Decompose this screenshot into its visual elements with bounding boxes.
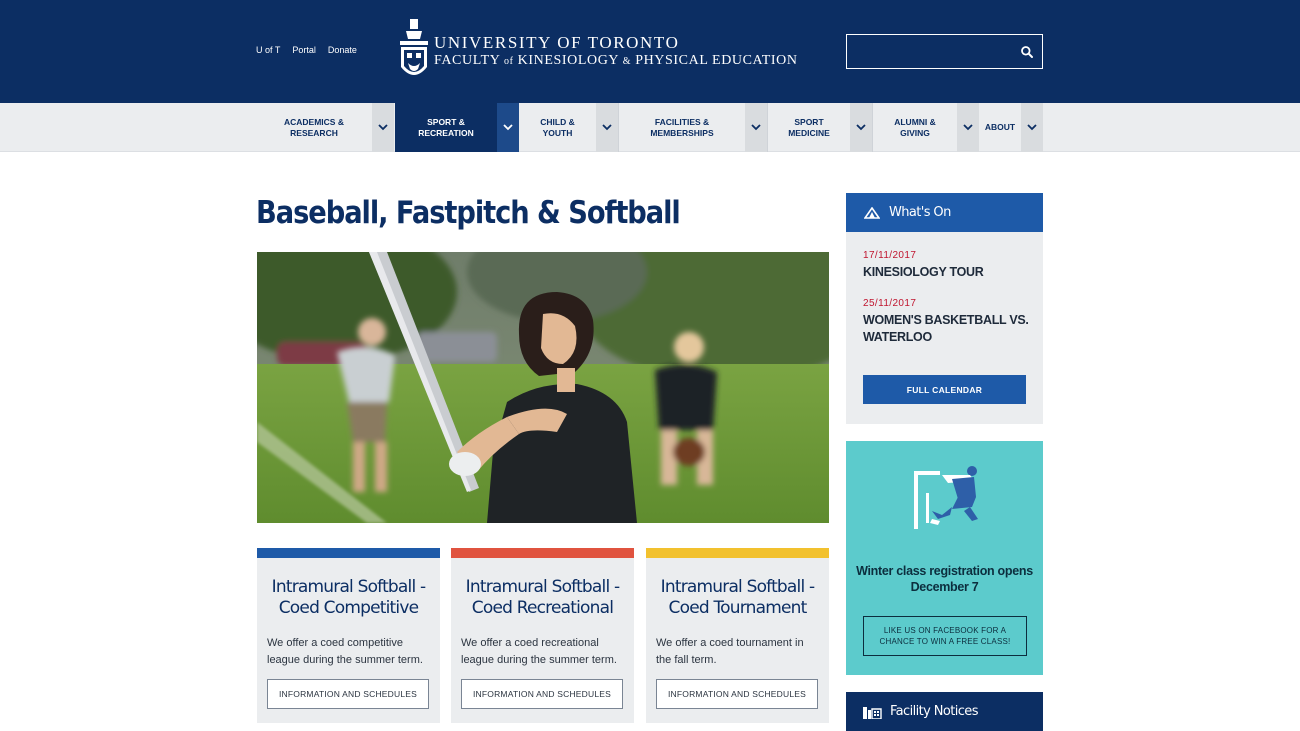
card-accent-bar	[646, 548, 829, 558]
nav-label[interactable]: SPORT MEDICINE	[768, 103, 850, 152]
information-schedules-button[interactable]: INFORMATION AND SCHEDULES	[656, 679, 818, 709]
event-title[interactable]: WOMEN'S BASKETBALL VS. WATERLOO	[863, 312, 1033, 346]
search-input[interactable]	[847, 35, 1007, 68]
whats-on-panel: What's On 17/11/2017 KINESIOLOGY TOUR 25…	[846, 193, 1043, 424]
nav-label[interactable]: ACADEMICS & RESEARCH	[256, 103, 372, 152]
link-donate[interactable]: Donate	[328, 45, 357, 55]
link-uoft[interactable]: U of T	[256, 45, 280, 55]
search-box	[846, 34, 1043, 69]
information-schedules-button[interactable]: INFORMATION AND SCHEDULES	[267, 679, 429, 709]
nav-label[interactable]: ABOUT	[979, 103, 1021, 152]
chevron-down-icon[interactable]	[957, 103, 979, 152]
whats-on-title: What's On	[889, 205, 951, 220]
chevron-down-icon[interactable]	[745, 103, 767, 152]
facebook-promo-button[interactable]: LIKE US ON FACEBOOK FOR A CHANCE TO WIN …	[863, 616, 1027, 656]
event-item[interactable]: 17/11/2017 KINESIOLOGY TOUR	[863, 250, 1033, 281]
facility-notices-panel[interactable]: Facility Notices	[846, 692, 1043, 731]
card-accent-bar	[451, 548, 634, 558]
nav-label[interactable]: ALUMNI & GIVING	[873, 103, 957, 152]
event-item[interactable]: 25/11/2017 WOMEN'S BASKETBALL VS. WATERL…	[863, 298, 1033, 346]
chevron-down-icon[interactable]	[497, 103, 519, 152]
nav-item-alumni-giving[interactable]: ALUMNI & GIVING	[873, 103, 979, 152]
card-description: We offer a coed recreational league duri…	[461, 637, 617, 666]
softball-batter-photo-icon	[257, 252, 829, 523]
main-nav: ACADEMICS & RESEARCH SPORT & RECREATION …	[0, 103, 1300, 152]
hurdler-illustration-icon	[914, 466, 978, 529]
nav-label[interactable]: CHILD & YOUTH	[519, 103, 596, 152]
promo-heading: Winter class registration opens December…	[856, 564, 1033, 594]
event-date: 17/11/2017	[863, 250, 917, 261]
chevron-down-icon[interactable]	[596, 103, 618, 152]
card-accent-bar	[257, 548, 440, 558]
program-card-tournament: Intramural Softball - Coed Tournament We…	[646, 548, 829, 723]
site-header: U of T Portal Donate UNIVERSITY OF TORON…	[0, 0, 1300, 103]
nav-item-facilities[interactable]: FACILITIES & MEMBERSHIPS	[619, 103, 767, 152]
promo-panel: Winter class registration opens December…	[846, 441, 1043, 675]
chevron-down-icon[interactable]	[1021, 103, 1043, 152]
link-portal[interactable]: Portal	[292, 45, 316, 55]
search-icon[interactable]	[1020, 45, 1034, 59]
university-crest-icon	[400, 19, 428, 75]
nav-item-sport-medicine[interactable]: SPORT MEDICINE	[768, 103, 872, 152]
utility-nav: U of T Portal Donate	[256, 45, 357, 55]
full-calendar-button[interactable]: FULL CALENDAR	[863, 375, 1026, 404]
nav-item-about[interactable]: ABOUT	[979, 103, 1043, 152]
tent-icon	[864, 206, 880, 219]
card-title[interactable]: Intramural Softball - Coed Tournament	[646, 577, 829, 619]
card-title[interactable]: Intramural Softball - Coed Competitive	[257, 577, 440, 619]
program-card-competitive: Intramural Softball - Coed Competitive W…	[257, 548, 440, 723]
hero-image	[257, 252, 829, 523]
card-title[interactable]: Intramural Softball - Coed Recreational	[451, 577, 634, 619]
card-description: We offer a coed tournament in the fall t…	[656, 637, 804, 666]
card-description: We offer a coed competitive league durin…	[267, 637, 423, 666]
nav-label[interactable]: SPORT & RECREATION	[395, 103, 497, 152]
whats-on-header: What's On	[846, 193, 1043, 232]
nav-item-child-youth[interactable]: CHILD & YOUTH	[519, 103, 618, 152]
nav-label[interactable]: FACILITIES & MEMBERSHIPS	[619, 103, 745, 152]
nav-item-academics[interactable]: ACADEMICS & RESEARCH	[256, 103, 394, 152]
logo-faculty-name: FACULTY of KINESIOLOGY & PHYSICAL EDUCAT…	[434, 53, 798, 68]
event-date: 25/11/2017	[863, 298, 917, 309]
information-schedules-button[interactable]: INFORMATION AND SCHEDULES	[461, 679, 623, 709]
event-title[interactable]: KINESIOLOGY TOUR	[863, 264, 1033, 281]
facility-notices-title: Facility Notices	[890, 704, 978, 719]
building-icon	[863, 706, 882, 719]
logo-university-name: UNIVERSITY OF TORONTO	[434, 33, 680, 52]
page-title: Baseball, Fastpitch & Softball	[256, 195, 681, 231]
chevron-down-icon[interactable]	[850, 103, 872, 152]
program-card-recreational: Intramural Softball - Coed Recreational …	[451, 548, 634, 723]
site-logo[interactable]: UNIVERSITY OF TORONTO FACULTY of KINESIO…	[398, 16, 828, 86]
nav-item-sport-recreation[interactable]: SPORT & RECREATION	[395, 103, 519, 152]
chevron-down-icon[interactable]	[372, 103, 394, 152]
